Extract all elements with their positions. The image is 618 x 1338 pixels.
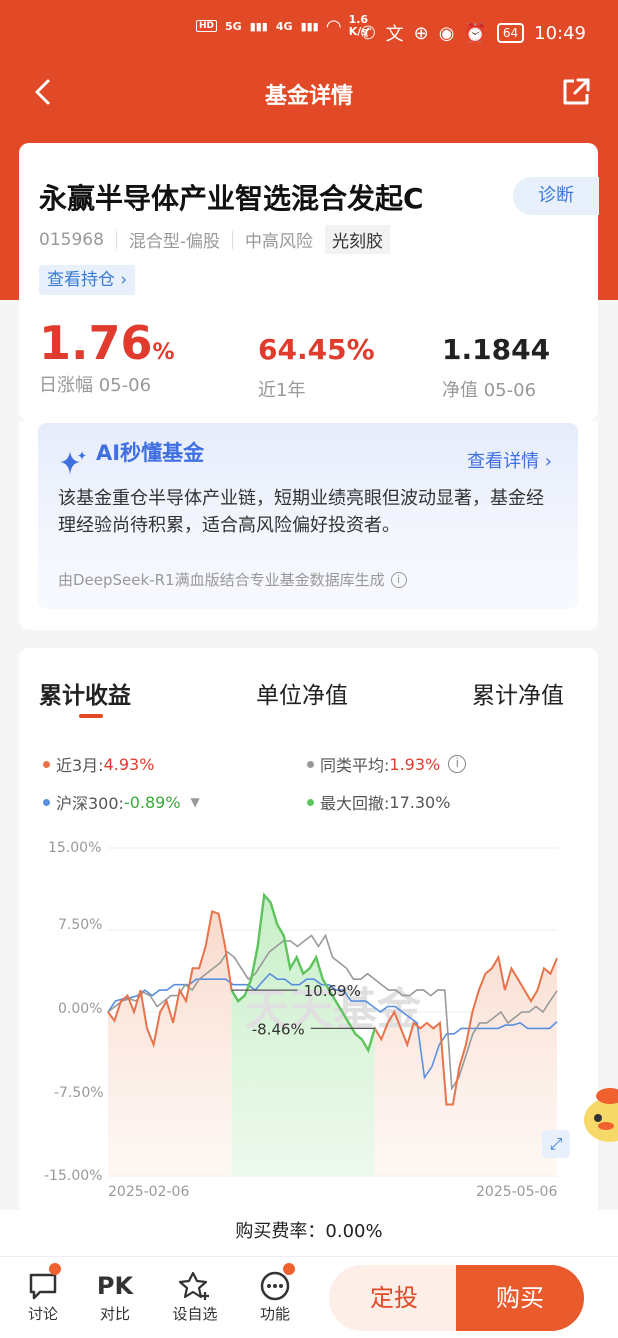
nav-bar: 基金详情 [0,64,618,120]
fund-theme-tag[interactable]: 光刻胶 [325,225,391,254]
legend-index-label: 沪深300: [56,794,124,813]
tab-unit-nav[interactable]: 单位净值 [256,676,348,710]
performance-chart: 15.00% 7.50% 0.00% -7.50% -15.00% 天天基金 10… [0,828,618,1208]
info-icon[interactable]: i [448,755,467,773]
signal-4g: 4G [275,19,293,33]
year-change-label: 近1年 [258,380,306,401]
compare-label: 对比 [99,1305,130,1323]
legend-dot [307,760,314,768]
wifi-icon: ◠ [326,15,341,37]
info-icon[interactable]: i [390,571,407,588]
notification-dot [49,1263,61,1275]
mascot-floating-button[interactable] [582,1078,618,1144]
legend-index[interactable]: 沪深300: -0.89% ▼ [43,790,200,814]
add-watchlist-button[interactable]: 设自选 [165,1269,225,1324]
chart-plot: 天天基金10.69%-8.46% [107,847,558,1177]
status-right: ✆ 文 ⊕ ◉ ⏰ 64 10:49 [361,20,586,46]
year-change-stat: 64.45% 近1年 [258,333,375,402]
notification-dot [283,1263,295,1275]
pk-icon: PK [96,1272,134,1300]
divider [115,230,117,249]
nav-stat: 1.1844 净值 05-06 [442,333,550,402]
x-start-label: 2025-02-06 [108,1184,190,1200]
min-annotation-label: -8.46% [252,1020,305,1038]
legend-dot [43,798,50,806]
ai-view-details-link[interactable]: 查看详情 › [467,447,552,473]
legend-peer-value: 1.93% [389,754,441,774]
day-change-value: 1.76% [39,316,175,370]
view-holdings-button[interactable]: 查看持仓 › [39,265,136,295]
expand-chart-button[interactable]: ⤢ [542,1130,570,1158]
translate-icon: 文 [385,24,404,45]
nav-value: 1.1844 [442,333,551,366]
ai-footer-text: 由DeepSeek-R1满血版结合专业基金数据库生成 [58,571,385,589]
more-icon [245,1263,305,1303]
star-plus-icon [165,1269,225,1303]
chat-icon [13,1263,73,1303]
legend-peer: 同类平均: 1.93% i [307,752,467,776]
day-change-label: 日涨幅 05-06 [39,375,152,396]
fund-meta: 015968 混合型-偏股 中高风险 光刻胶 [39,225,391,254]
legend-dot [43,760,50,768]
divider [232,230,234,249]
page-title: 基金详情 [264,84,353,109]
fund-risk: 中高风险 [245,232,314,252]
clock: 10:49 [534,22,586,44]
signal-group: HD 5G ▮▮▮ 4G ▮▮▮ ◠ 1.6 K/s [196,14,368,38]
ai-summary-text: 该基金重仓半导体产业链，短期业绩亮眼但波动显著，基金经理经验尚待积累，适合高风险… [58,488,544,536]
ai-summary-card[interactable]: AI秒懂基金 查看详情 › 该基金重仓半导体产业链，短期业绩亮眼但波动显著，基金… [38,423,578,609]
legend-index-value: -0.89% [123,792,181,812]
auto-invest-button[interactable]: 定投 [329,1265,459,1331]
tab-underline [79,714,103,718]
wechat-icon: ✆ [360,22,376,44]
ai-title: AI秒懂基金 [96,441,205,465]
share-icon[interactable] [560,76,592,108]
tab-cumulative-nav[interactable]: 累计净值 [472,676,564,710]
year-change-value: 64.45% [258,333,375,366]
diagnose-button[interactable]: 诊断 [513,177,599,215]
discuss-label: 讨论 [27,1305,58,1323]
legend-dot [307,798,314,806]
status-bar: HD 5G ▮▮▮ 4G ▮▮▮ ◠ 1.6 K/s ✆ 文 ⊕ ◉ ⏰ 64 … [0,0,618,64]
eye-icon: ◉ [438,22,455,44]
fund-code: 015968 [39,229,104,250]
bottom-bar: 讨论 PK 对比 设自选 功能 定投 购买 [0,1256,618,1338]
compare-button[interactable]: PK 对比 [85,1269,145,1324]
discuss-button[interactable]: 讨论 [13,1263,73,1324]
dropdown-icon[interactable]: ▼ [191,795,200,809]
more-functions-label: 功能 [259,1305,290,1323]
max-annotation-label: 10.69% [304,982,361,1000]
legend-drawdown-value: 17.30% [389,792,451,812]
nav-label: 净值 05-06 [442,380,537,401]
legend-fund-value: 4.93% [103,754,155,774]
battery-icon: 64 [496,23,525,43]
purchase-fee: 购买费率：0.00% [0,1210,618,1256]
legend-fund-label: 近3月: [56,756,104,775]
signal-bars-icon: ▮▮▮ [300,19,319,33]
fund-type: 混合型-偏股 [128,232,221,252]
alarm-icon: ⏰ [464,22,487,44]
signal-bars-icon: ▮▮▮ [249,19,268,33]
fund-summary-card: 永赢半导体产业智选混合发起C 诊断 015968 混合型-偏股 中高风险 光刻胶… [19,143,599,421]
legend-peer-label: 同类平均: [320,756,390,775]
legend-fund: 近3月: 4.93% [43,752,154,776]
x-end-label: 2025-05-06 [476,1184,558,1200]
hd-icon: HD [196,20,218,32]
sparkle-icon [60,451,86,475]
mascot-icon [584,1088,618,1142]
buy-button[interactable]: 购买 [456,1265,584,1331]
more-functions-button[interactable]: 功能 [245,1263,305,1324]
legend-drawdown-label: 最大回撤: [320,794,390,813]
day-change-stat: 1.76% 日涨幅 05-06 [39,319,175,397]
app-icon: ⊕ [413,22,429,44]
signal-5g: 5G [225,19,242,33]
add-watchlist-label: 设自选 [172,1305,218,1323]
ai-footer: 由DeepSeek-R1满血版结合专业基金数据库生成 i [58,569,407,590]
tab-cumulative-return[interactable]: 累计收益 [39,676,131,710]
fund-name: 永赢半导体产业智选混合发起C [39,182,424,215]
legend-drawdown: 最大回撤: 17.30% [307,790,450,814]
